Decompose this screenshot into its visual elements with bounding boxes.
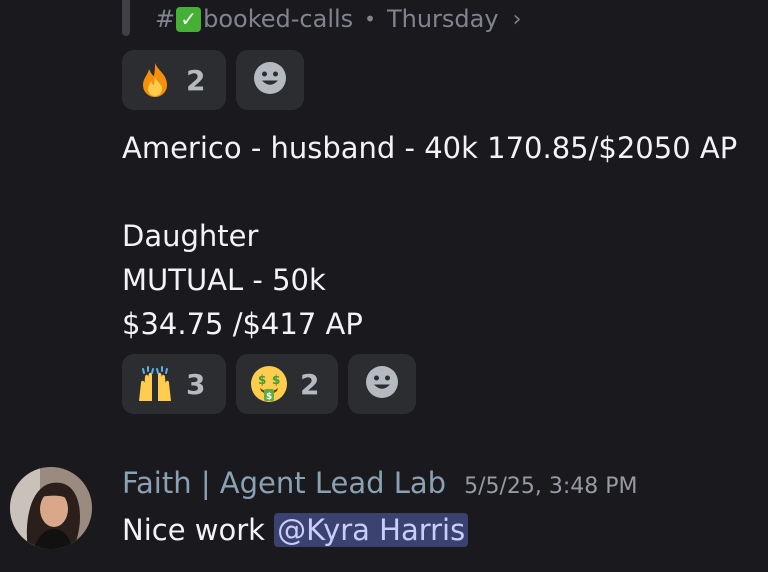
channel-hash: #: [155, 5, 176, 33]
add-reaction-button[interactable]: [348, 354, 416, 414]
reaction-count: 2: [186, 63, 206, 97]
forward-bar: [122, 0, 130, 36]
avatar[interactable]: [10, 467, 92, 549]
reply-text: Nice work: [122, 513, 275, 547]
add-reaction-button[interactable]: [236, 50, 304, 110]
reaction-count: 3: [186, 367, 206, 401]
reactions-row: 3 $ $ $ 2: [122, 354, 416, 414]
svg-text:$: $: [266, 392, 272, 402]
check-mark-icon: ✓: [176, 6, 202, 32]
message-line: MUTUAL - 50k: [122, 263, 326, 297]
svg-text:$: $: [272, 373, 280, 387]
message-line: $34.75 /$417 AP: [122, 307, 363, 341]
reaction-raising-hands[interactable]: 3: [122, 354, 226, 414]
author-name[interactable]: Faith | Agent Lead Lab: [122, 466, 446, 500]
forwarded-day: Thursday: [386, 5, 499, 33]
fire-icon: [136, 61, 174, 99]
reactions-row: 2: [122, 50, 304, 110]
raising-hands-icon: [136, 365, 174, 403]
message-timestamp: 5/5/25, 3:48 PM: [464, 474, 638, 499]
money-mouth-face-icon: $ $ $: [250, 365, 288, 403]
reaction-money-mouth[interactable]: $ $ $ 2: [236, 354, 338, 414]
user-mention[interactable]: @Kyra Harris: [274, 513, 469, 547]
separator-dot: •: [364, 7, 376, 31]
message-line: Americo - husband - 40k 170.85/$2050 AP: [122, 131, 738, 165]
message-header: Faith | Agent Lead Lab 5/5/25, 3:48 PM: [122, 466, 638, 500]
svg-text:$: $: [258, 373, 266, 387]
reaction-fire[interactable]: 2: [122, 50, 226, 110]
reply-message-text: Nice work @Kyra Harris: [122, 508, 469, 552]
reaction-count: 2: [300, 367, 320, 401]
chevron-right-icon[interactable]: ›: [513, 7, 522, 32]
add-reaction-smiley-icon: [253, 61, 287, 99]
channel-name[interactable]: booked-calls: [203, 5, 353, 33]
forwarded-source[interactable]: # ✓ booked-calls • Thursday ›: [155, 3, 521, 35]
add-reaction-smiley-icon: [365, 365, 399, 403]
message-line: Daughter: [122, 219, 259, 253]
